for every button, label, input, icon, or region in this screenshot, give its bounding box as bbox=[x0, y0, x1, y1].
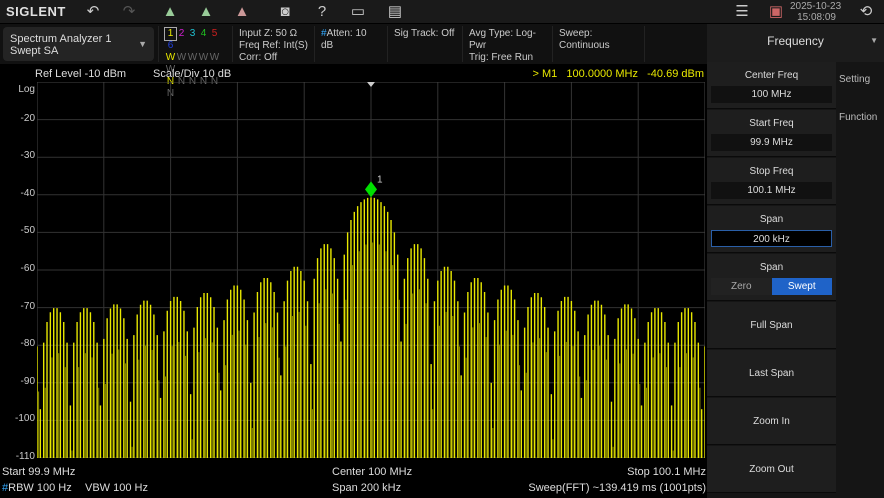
key-label: Stop Freq bbox=[749, 166, 794, 177]
atten: Atten: 10 dB bbox=[321, 28, 367, 51]
tab-setting[interactable]: Setting bbox=[836, 64, 884, 102]
start-freq-value[interactable]: 99.9 MHz bbox=[711, 134, 832, 151]
y-tick-label: -80 bbox=[20, 338, 35, 350]
full-span-button[interactable]: Full Span bbox=[707, 302, 836, 349]
span-info[interactable]: Span 200 kHz bbox=[332, 482, 401, 494]
tab-function[interactable]: Function bbox=[836, 102, 884, 140]
mode-name: Spectrum Analyzer 1 bbox=[10, 33, 112, 45]
trace-2-number: 2 bbox=[178, 28, 185, 39]
trace-6-number: 6 bbox=[167, 40, 174, 51]
stop-freq-key[interactable]: Stop Freq 100.1 MHz bbox=[707, 158, 836, 205]
date: 2025-10-23 bbox=[790, 1, 842, 12]
y-tick-label: -30 bbox=[20, 150, 35, 162]
atten-info: #Atten: 10 dB bbox=[314, 26, 387, 62]
start-freq-key[interactable]: Start Freq 99.9 MHz bbox=[707, 110, 836, 157]
zoom-in-button[interactable]: Zoom In bbox=[707, 398, 836, 445]
key-label: Center Freq bbox=[744, 70, 799, 81]
sweep-mode: Sweep: Continuous bbox=[552, 26, 644, 62]
span-mode-key: Span Zero Swept bbox=[707, 254, 836, 301]
camera-icon[interactable]: ◙ bbox=[275, 3, 295, 21]
center-freq-key[interactable]: Center Freq 100 MHz bbox=[707, 62, 836, 109]
trace-4-type: W bbox=[198, 52, 209, 63]
mode-selector[interactable]: Spectrum Analyzer 1 Swept SA ▼ bbox=[3, 27, 154, 61]
menu-list-icon[interactable]: ☰ bbox=[732, 3, 752, 21]
trace-5-type: W bbox=[209, 52, 220, 63]
y-tick-label: -50 bbox=[20, 225, 35, 237]
scale-div[interactable]: Scale/Div 10 dB bbox=[153, 68, 231, 80]
spectrum-plot[interactable]: 1 bbox=[37, 82, 705, 458]
trace-2-type: W bbox=[176, 52, 187, 63]
status-bar: Spectrum Analyzer 1 Swept SA ▼ 1 2 3 4 56 W W W… bbox=[0, 24, 707, 99]
zoom-out-button[interactable]: Zoom Out bbox=[707, 446, 836, 493]
empty-cell bbox=[644, 26, 707, 62]
rbw: RBW 100 Hz bbox=[8, 482, 72, 494]
menu-title[interactable]: Frequency ▼ bbox=[707, 24, 884, 62]
vbw[interactable]: VBW 100 Hz bbox=[85, 482, 148, 494]
span-input[interactable]: 200 kHz bbox=[711, 230, 832, 247]
swept-span-option[interactable]: Swept bbox=[771, 278, 832, 295]
marker-label: 1 bbox=[377, 174, 383, 185]
trace-3-number: 3 bbox=[189, 28, 196, 39]
start-freq[interactable]: Start 99.9 MHz bbox=[2, 466, 75, 478]
last-span-button[interactable]: Last Span bbox=[707, 350, 836, 397]
span-key[interactable]: Span 200 kHz bbox=[707, 206, 836, 253]
key-label: Start Freq bbox=[749, 118, 794, 129]
y-tick-label: -110 bbox=[15, 451, 35, 462]
stop-freq-value[interactable]: 100.1 MHz bbox=[711, 182, 832, 199]
brand-logo: SIGLENT bbox=[6, 4, 66, 19]
trace-1-number: 1 bbox=[164, 27, 177, 41]
peak-search-icon[interactable]: ▲ bbox=[160, 3, 180, 21]
help-icon[interactable]: ? bbox=[312, 3, 332, 21]
add-marker-icon[interactable]: ▲ bbox=[196, 3, 216, 21]
stop-freq[interactable]: Stop 100.1 MHz bbox=[627, 466, 706, 478]
trace-3-type: W bbox=[187, 52, 198, 63]
center-freq-value[interactable]: 100 MHz bbox=[711, 86, 832, 103]
redo-icon[interactable]: ↷ bbox=[119, 3, 139, 21]
marker-readout: > M1 100.0000 MHz -40.69 dBm bbox=[532, 68, 704, 80]
zero-span-option[interactable]: Zero bbox=[711, 278, 772, 295]
message-icon[interactable]: ▤ bbox=[385, 3, 405, 21]
y-tick-label: -20 bbox=[20, 112, 35, 124]
center-freq[interactable]: Center 100 MHz bbox=[332, 466, 412, 478]
top-toolbar: SIGLENT ↶ ↷ ▲ ▲ ▲ ◙ ? ▭ ▤ ☰ ▣ 2025-10-23… bbox=[0, 0, 884, 24]
key-label: Span bbox=[759, 262, 784, 273]
time: 15:08:09 bbox=[797, 12, 836, 23]
trace-5-number: 5 bbox=[211, 28, 218, 39]
y-tick-label: -70 bbox=[20, 300, 35, 312]
network-icon: ▣ bbox=[768, 3, 784, 20]
rbw-info[interactable]: #RBW 100 Hz bbox=[2, 482, 72, 494]
trace-status[interactable]: 123456WWWWWWNNNNNN bbox=[158, 26, 232, 99]
y-tick-label: -40 bbox=[20, 187, 35, 199]
mode-type: Swept SA bbox=[10, 45, 59, 57]
plot-header: Ref Level -10 dBm Scale/Div 10 dB > M1 1… bbox=[0, 64, 707, 82]
power-icon[interactable]: ⟲ bbox=[856, 3, 876, 21]
trace-4-number: 4 bbox=[200, 28, 207, 39]
input-info: Input Z: 50 Ω Freq Ref: Int(S) Corr: Off bbox=[232, 26, 314, 63]
sig-track: Sig Track: Off bbox=[387, 26, 462, 62]
correction: Corr: Off bbox=[239, 52, 278, 63]
menu-title-text: Frequency bbox=[767, 34, 824, 48]
center-marker-icon bbox=[367, 82, 375, 87]
softkey-panel: Frequency ▼ Setting Function Center Freq 1… bbox=[707, 24, 884, 498]
chevron-down-icon: ▼ bbox=[138, 39, 147, 49]
folder-icon[interactable]: ▭ bbox=[348, 3, 368, 21]
chevron-down-icon: ▼ bbox=[870, 36, 878, 45]
y-tick-label: -60 bbox=[20, 263, 35, 274]
freq-ref: Freq Ref: Int(S) bbox=[239, 40, 308, 51]
ref-level[interactable]: Ref Level -10 dBm bbox=[35, 68, 126, 80]
y-axis-label: Log bbox=[18, 84, 35, 95]
trace-1-type: W bbox=[165, 52, 176, 63]
y-tick-label: -90 bbox=[20, 375, 35, 387]
avg-info: Avg Type: Log-Pwr Trig: Free Run bbox=[462, 26, 552, 63]
sweep-time[interactable]: Sweep(FFT) ~139.419 ms (1001pts) bbox=[528, 482, 706, 494]
delete-marker-icon[interactable]: ▲ bbox=[232, 3, 252, 21]
undo-icon[interactable]: ↶ bbox=[83, 3, 103, 21]
input-impedance: Input Z: 50 Ω bbox=[239, 28, 298, 39]
trigger: Trig: Free Run bbox=[469, 52, 534, 63]
avg-type: Avg Type: Log-Pwr bbox=[469, 28, 536, 51]
y-tick-label: -100 bbox=[14, 413, 35, 425]
key-label: Span bbox=[759, 214, 784, 225]
